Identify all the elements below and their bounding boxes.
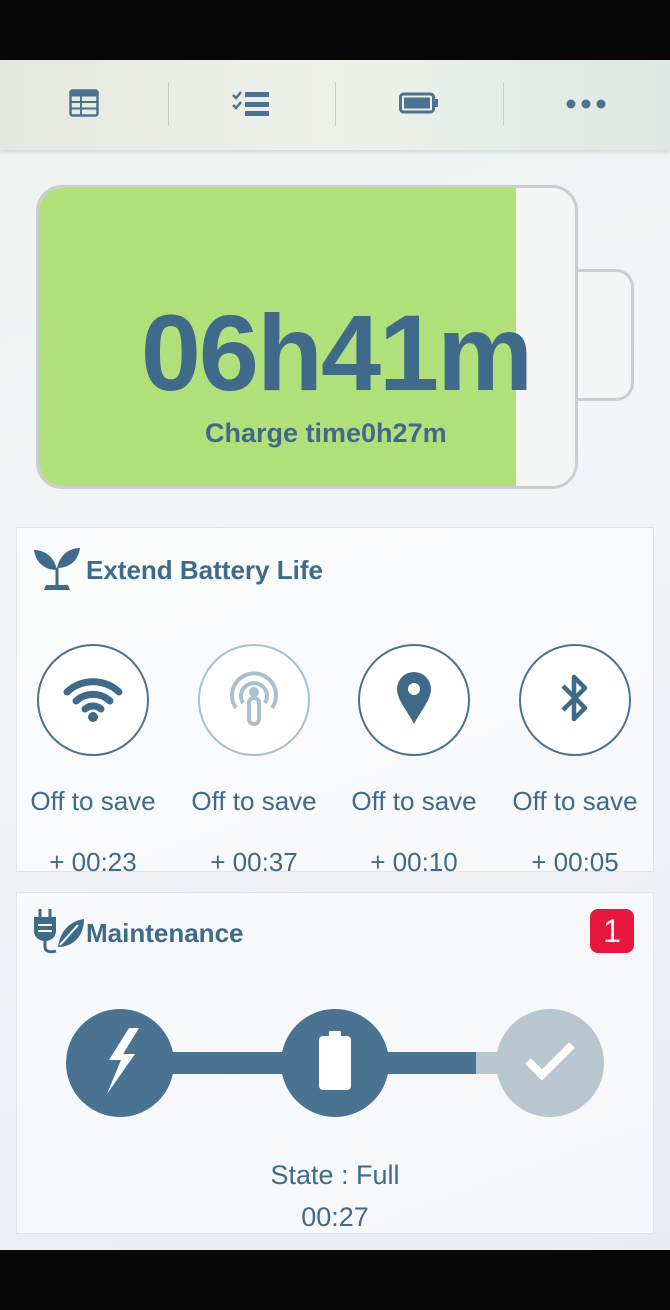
save-time: + 00:05 [531, 847, 619, 877]
state-time: 00:27 [301, 1202, 369, 1232]
extend-battery-title: Extend Battery Life [86, 555, 323, 585]
bluetooth-icon [557, 670, 593, 731]
save-time: + 00:10 [370, 847, 458, 877]
wifi-icon [63, 674, 123, 727]
save-label: Off to save [512, 786, 638, 816]
save-item-bluetooth[interactable]: Off to save + 00:05 [495, 644, 655, 878]
save-item-location[interactable]: Off to save + 00:10 [334, 644, 494, 878]
location-icon [394, 670, 434, 731]
tab-more[interactable] [502, 60, 670, 150]
save-label: Off to save [191, 786, 317, 816]
leaf-icon [32, 544, 82, 599]
hotspot-icon [224, 668, 284, 733]
save-label: Off to save [30, 786, 156, 816]
save-time: + 00:23 [49, 847, 137, 877]
lightning-icon [97, 1026, 143, 1101]
notification-badge: 1 [590, 909, 634, 953]
save-time: + 00:37 [210, 847, 298, 877]
battery-full-icon [317, 1030, 353, 1096]
save-item-wifi[interactable]: Off to save + 00:23 [13, 644, 173, 878]
tab-table[interactable] [0, 60, 168, 150]
step-complete [496, 1009, 604, 1117]
state-label: State : Full [270, 1160, 400, 1190]
wifi-toggle[interactable] [37, 644, 149, 756]
top-toolbar [0, 60, 670, 150]
maintenance-title: Maintenance [86, 918, 244, 948]
plug-leaf-icon [30, 907, 86, 960]
save-label: Off to save [351, 786, 477, 816]
table-icon [69, 88, 99, 122]
checklist-icon [231, 89, 271, 122]
app-screen: 06h41m Charge time0h27m Extend Battery L… [0, 60, 670, 1250]
status-bar [0, 0, 670, 60]
system-nav-bar [0, 1250, 670, 1310]
hotspot-toggle[interactable] [198, 644, 310, 756]
time-remaining: 06h41m [140, 292, 533, 413]
tab-checklist[interactable] [167, 60, 336, 150]
save-item-hotspot[interactable]: Off to save + 00:37 [174, 644, 334, 878]
checkmark-icon [522, 1039, 578, 1088]
more-icon [566, 96, 606, 114]
bluetooth-toggle[interactable] [519, 644, 631, 756]
step-charging [66, 1009, 174, 1117]
charge-time: Charge time0h27m [205, 418, 447, 448]
battery-icon [398, 92, 439, 119]
tab-battery[interactable] [335, 60, 503, 150]
step-full [281, 1009, 389, 1117]
location-toggle[interactable] [358, 644, 470, 756]
